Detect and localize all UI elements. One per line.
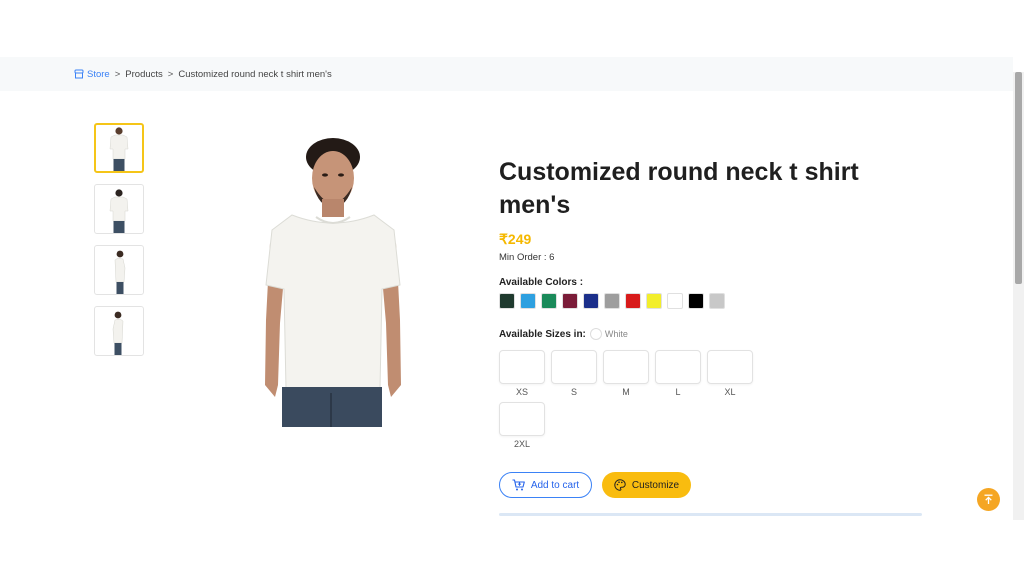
breadcrumb-separator: > <box>114 68 121 80</box>
size-quantity-box[interactable] <box>551 350 597 384</box>
size-option[interactable]: M <box>603 350 649 397</box>
color-swatch[interactable] <box>709 293 725 309</box>
available-sizes-label: Available Sizes in: White <box>499 328 628 340</box>
size-option[interactable]: 2XL <box>499 402 545 449</box>
thumbnail-back[interactable] <box>94 184 144 234</box>
color-swatch[interactable] <box>646 293 662 309</box>
tshirt-side-thumbnail <box>112 311 124 355</box>
size-label: XS <box>515 387 528 397</box>
arrow-up-icon <box>984 494 993 504</box>
tshirt-side-thumbnail <box>114 250 126 294</box>
add-to-cart-label: Add to cart <box>530 479 580 491</box>
scroll-to-top-button[interactable] <box>977 488 1000 511</box>
size-option[interactable]: XL <box>707 350 753 397</box>
product-thumbnails <box>94 123 144 367</box>
breadcrumb: Store > Products > Customized round neck… <box>0 57 1013 91</box>
color-swatch[interactable] <box>562 293 578 309</box>
color-swatch[interactable] <box>541 293 557 309</box>
product-main-image <box>258 135 408 427</box>
selected-color-dot <box>589 328 602 340</box>
size-quantity-box[interactable] <box>655 350 701 384</box>
size-quantity-box[interactable] <box>707 350 753 384</box>
min-order: Min Order : 6 <box>499 252 555 263</box>
size-option[interactable]: L <box>655 350 701 397</box>
size-label: L <box>675 387 681 397</box>
product-title: Customized round neck t shirt men's <box>499 158 859 219</box>
store-icon <box>74 69 84 79</box>
breadcrumb-separator: > <box>167 68 174 80</box>
page-scrollbar[interactable] <box>1013 72 1024 520</box>
customize-label: Customize <box>631 479 680 491</box>
palette-icon <box>614 479 626 491</box>
size-quantity-box[interactable] <box>603 350 649 384</box>
color-swatch[interactable] <box>625 293 641 309</box>
color-swatch[interactable] <box>520 293 536 309</box>
scrollbar-thumb[interactable] <box>1015 72 1022 284</box>
size-option[interactable]: XS <box>499 350 545 397</box>
size-label: M <box>622 387 630 397</box>
section-divider <box>499 513 922 516</box>
color-swatch[interactable] <box>499 293 515 309</box>
size-label: S <box>570 387 577 397</box>
color-swatch[interactable] <box>688 293 704 309</box>
available-colors-label: Available Colors : <box>499 277 584 288</box>
tshirt-front-thumbnail <box>109 127 129 171</box>
customize-button[interactable]: Customize <box>602 472 691 498</box>
selected-color-indicator: White <box>589 328 628 340</box>
thumbnail-side-left[interactable] <box>94 306 144 356</box>
add-to-cart-button[interactable]: Add to cart <box>499 472 592 498</box>
size-label: XL <box>724 387 736 397</box>
cart-icon <box>512 479 525 491</box>
size-grid: XS S M L XL 2XL <box>499 350 769 449</box>
breadcrumb-store-link[interactable]: Store <box>74 69 110 80</box>
bottom-bar <box>0 520 1024 576</box>
model-tshirt-image <box>265 138 401 427</box>
size-label: 2XL <box>513 439 530 449</box>
breadcrumb-current: Customized round neck t shirt men's <box>178 68 332 80</box>
thumbnail-front[interactable] <box>94 123 144 173</box>
sizes-label-text: Available Sizes in: <box>499 328 586 340</box>
tshirt-back-thumbnail <box>109 189 129 233</box>
breadcrumb-store-label: Store <box>87 68 110 80</box>
color-swatch[interactable] <box>583 293 599 309</box>
thumbnail-side-right[interactable] <box>94 245 144 295</box>
color-swatches <box>499 293 725 309</box>
top-bar <box>0 0 1024 57</box>
size-quantity-box[interactable] <box>499 350 545 384</box>
color-swatch[interactable] <box>667 293 683 309</box>
breadcrumb-products-link[interactable]: Products <box>125 69 163 80</box>
color-swatch[interactable] <box>604 293 620 309</box>
selected-color-name: White <box>604 329 628 339</box>
size-quantity-box[interactable] <box>499 402 545 436</box>
product-price: ₹249 <box>499 231 532 247</box>
size-option[interactable]: S <box>551 350 597 397</box>
